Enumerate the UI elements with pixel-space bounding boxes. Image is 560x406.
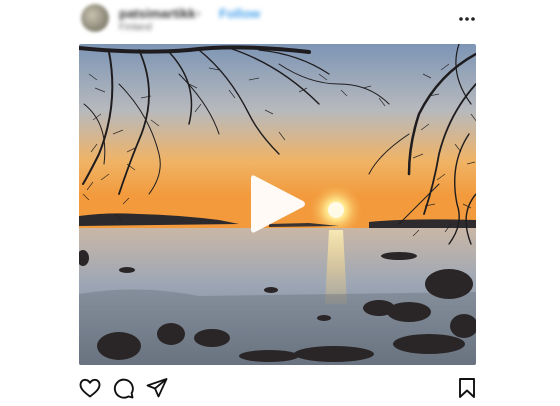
bookmark-icon [459, 378, 475, 398]
username[interactable]: patsimartikk [119, 6, 196, 21]
post-video[interactable] [79, 44, 476, 365]
comment-button[interactable] [111, 376, 135, 400]
post-header: patsimartikk • Follow Finland [0, 0, 560, 44]
heart-icon [79, 378, 101, 398]
post-action-bar [0, 372, 560, 402]
send-icon [146, 378, 168, 398]
more-dots-icon [459, 17, 475, 21]
separator-dot: • [196, 6, 201, 21]
save-button[interactable] [455, 376, 479, 400]
comment-icon [113, 378, 134, 399]
like-button[interactable] [78, 376, 102, 400]
share-button[interactable] [145, 376, 169, 400]
follow-button[interactable]: Follow [219, 6, 260, 21]
more-options-button[interactable] [456, 8, 478, 28]
play-icon [251, 175, 305, 233]
location-label[interactable]: Finland [119, 22, 152, 33]
avatar[interactable] [81, 4, 109, 32]
play-button[interactable] [247, 170, 309, 238]
